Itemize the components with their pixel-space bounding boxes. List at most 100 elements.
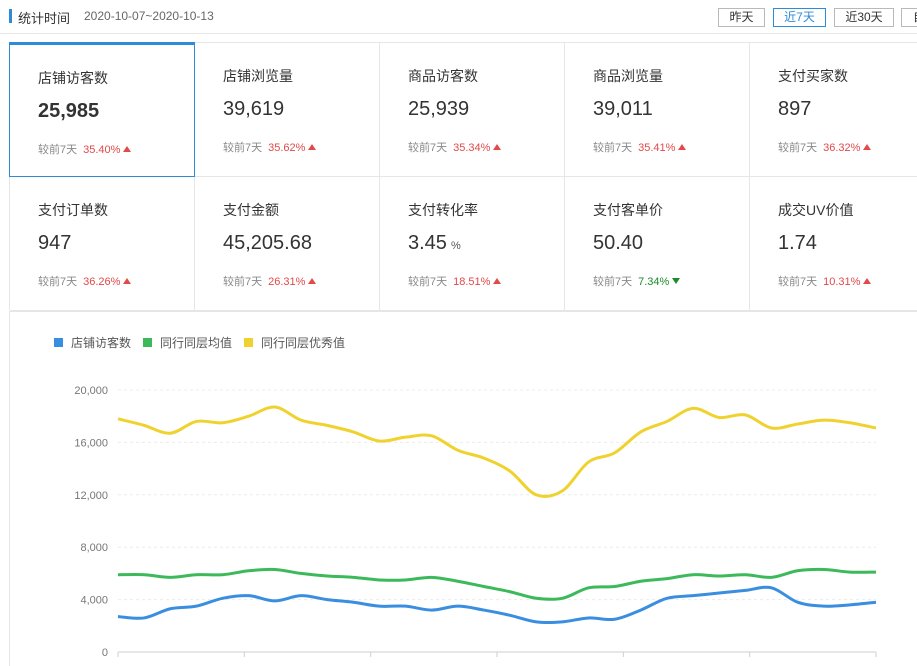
- compare-label: 较前7天: [778, 276, 818, 288]
- metric-compare: 较前7天 35.34%: [408, 139, 502, 155]
- trend-chart-svg: 0 4,000 8,000 12,000 16,000 20,000: [74, 385, 877, 659]
- metric-compare: 较前7天 35.41%: [593, 139, 687, 155]
- compare-percent: 10.31%: [823, 276, 861, 288]
- series-line: [117, 567, 877, 601]
- y-tick-label: 12,000: [74, 490, 108, 502]
- y-tick-label: 20,000: [74, 385, 108, 397]
- arrow-up-icon: [493, 278, 502, 285]
- metric-label: 支付客单价: [593, 202, 663, 218]
- arrow-down-icon: [672, 278, 681, 285]
- legend-item[interactable]: 同行同层优秀值: [244, 334, 345, 351]
- date-range: 2020-10-07~2020-10-13: [84, 9, 214, 23]
- legend-swatch: [143, 338, 153, 347]
- compare-percent: 35.34%: [453, 142, 491, 154]
- metric-compare: 较前7天 35.40%: [38, 141, 132, 157]
- metric-compare: 较前7天 18.51%: [408, 273, 502, 289]
- arrow-up-icon: [863, 144, 872, 151]
- legend-swatch: [244, 338, 254, 347]
- metric-label: 店铺浏览量: [223, 68, 293, 84]
- metric-value-number: 50.40: [593, 232, 644, 254]
- chart-legend: 店铺访客数 同行同层均值 同行同层优秀值: [54, 334, 345, 351]
- metric-value-number: 39,619: [223, 98, 285, 120]
- last-30-days-button[interactable]: 近30天: [834, 8, 894, 27]
- metric-value-number: 947: [38, 232, 72, 254]
- metrics-grid: 店铺访客数 25,985 较前7天 35.40% 店铺浏览量 39,619 较前7天 35.6…: [9, 42, 917, 311]
- metric-card[interactable]: 店铺浏览量 39,619 较前7天 35.62%: [195, 43, 380, 177]
- metric-value-number: 897: [778, 98, 812, 120]
- compare-label: 较前7天: [778, 142, 818, 154]
- compare-percent: 26.31%: [268, 276, 306, 288]
- metric-card[interactable]: 支付客单价 50.40 较前7天 7.34%: [565, 177, 750, 311]
- metric-compare: 较前7天 26.31%: [223, 273, 317, 289]
- metric-value-number: 39,011: [593, 98, 653, 120]
- arrow-up-icon: [863, 278, 872, 285]
- metric-card[interactable]: 成交UV价值 1.74 较前7天 10.31%: [750, 177, 917, 311]
- compare-percent: 35.40%: [83, 144, 121, 156]
- compare-percent: 35.62%: [268, 142, 306, 154]
- metric-value: 50.40: [593, 232, 643, 255]
- arrow-up-icon: [493, 144, 502, 151]
- metric-label: 商品浏览量: [593, 68, 663, 84]
- compare-label: 较前7天: [223, 276, 263, 288]
- metric-value: 45,205.68: [223, 232, 312, 255]
- metric-value-number: 3.45: [408, 232, 447, 254]
- compare-percent: 35.41%: [638, 142, 676, 154]
- y-tick-label: 16,000: [74, 437, 108, 449]
- metric-card[interactable]: 支付订单数 947 较前7天 36.26%: [10, 177, 195, 311]
- series-line: [117, 585, 877, 625]
- legend-item[interactable]: 店铺访客数: [54, 334, 131, 351]
- header-bar: 统计时间 2020-10-07~2020-10-13 昨天 近7天 近30天 自: [0, 0, 917, 34]
- metric-value-number: 45,205.68: [223, 232, 312, 254]
- metric-label: 支付订单数: [38, 202, 108, 218]
- metric-label: 支付转化率: [408, 202, 478, 218]
- compare-label: 较前7天: [408, 142, 448, 154]
- arrow-up-icon: [123, 146, 132, 153]
- metric-value: 25,939: [408, 98, 469, 121]
- custom-range-button[interactable]: 自: [901, 8, 917, 27]
- compare-percent: 36.26%: [83, 276, 121, 288]
- metric-value: 947: [38, 232, 71, 255]
- metric-compare: 较前7天 36.32%: [778, 139, 872, 155]
- arrow-up-icon: [123, 278, 132, 285]
- metric-card[interactable]: 商品浏览量 39,011 较前7天 35.41%: [565, 43, 750, 177]
- metric-unit: %: [450, 240, 461, 252]
- arrow-up-icon: [308, 144, 317, 151]
- trend-chart: 店铺访客数 同行同层均值 同行同层优秀值 0 4,000 8,000 12,000 16,0…: [9, 311, 917, 666]
- last-7-days-button[interactable]: 近7天: [773, 8, 826, 27]
- metric-compare: 较前7天 10.31%: [778, 273, 872, 289]
- compare-percent: 7.34%: [638, 276, 670, 288]
- stat-time-title: 统计时间: [18, 11, 71, 26]
- metric-value: 1.74: [778, 232, 817, 255]
- y-tick-label: 4,000: [80, 595, 108, 607]
- metric-label: 成交UV价值: [778, 202, 854, 218]
- legend-label: 同行同层均值: [160, 336, 233, 350]
- compare-label: 较前7天: [223, 142, 263, 154]
- metric-value: 897: [778, 98, 811, 121]
- metric-value-number: 1.74: [778, 232, 817, 254]
- metric-card[interactable]: 支付转化率 3.45% 较前7天 18.51%: [380, 177, 565, 311]
- arrow-up-icon: [678, 144, 687, 151]
- compare-label: 较前7天: [38, 144, 78, 156]
- metric-label: 支付金额: [223, 202, 279, 218]
- metric-card[interactable]: 商品访客数 25,939 较前7天 35.34%: [380, 43, 565, 177]
- metric-card[interactable]: 支付金额 45,205.68 较前7天 26.31%: [195, 177, 380, 311]
- metric-compare: 较前7天 35.62%: [223, 139, 317, 155]
- metric-label: 商品访客数: [408, 68, 478, 84]
- compare-label: 较前7天: [38, 276, 78, 288]
- metric-label: 店铺访客数: [38, 70, 108, 86]
- y-tick-label: 8,000: [80, 542, 108, 554]
- metric-card[interactable]: 店铺访客数 25,985 较前7天 35.40%: [9, 42, 195, 177]
- arrow-up-icon: [308, 278, 317, 285]
- metric-card[interactable]: 支付买家数 897 较前7天 36.32%: [750, 43, 917, 177]
- metric-label: 支付买家数: [778, 68, 848, 84]
- legend-label: 店铺访客数: [71, 336, 132, 350]
- legend-item[interactable]: 同行同层均值: [143, 334, 232, 351]
- metric-value-number: 25,985: [38, 100, 100, 122]
- legend-label: 同行同层优秀值: [261, 336, 346, 350]
- metric-value: 3.45%: [408, 232, 461, 255]
- series-line: [117, 405, 877, 498]
- yesterday-button[interactable]: 昨天: [718, 8, 765, 27]
- legend-swatch: [54, 338, 63, 347]
- metric-value: 39,011: [593, 98, 653, 121]
- y-tick-label: 0: [102, 647, 108, 659]
